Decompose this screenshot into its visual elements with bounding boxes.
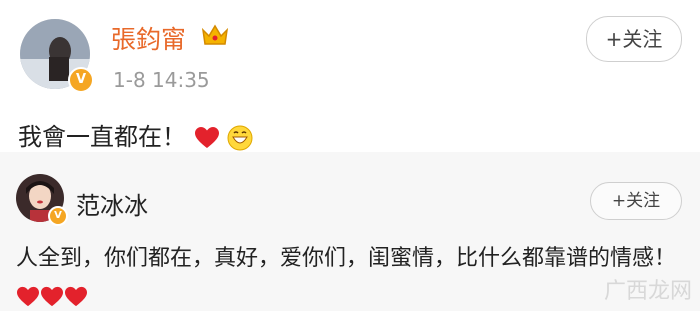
comment-avatar[interactable]: V xyxy=(16,174,68,226)
comment-follow-button[interactable]: +关注 xyxy=(590,182,682,220)
comment-content: 人全到，你们都在，真好，爱你们，闺蜜情，比什么都靠谱的情感！ xyxy=(16,240,676,316)
weibo-post: V 張鈞甯 1-8 14:35 +关注 我會一直都在！ xyxy=(0,0,700,152)
post-avatar[interactable]: V xyxy=(20,19,94,93)
post-timestamp: 1-8 14:35 xyxy=(113,68,210,92)
post-author-name[interactable]: 張鈞甯 xyxy=(111,20,186,56)
heart-icon xyxy=(41,286,63,307)
comment-text: 人全到，你们都在，真好，爱你们，闺蜜情，比什么都靠谱的情感！ xyxy=(16,246,677,271)
heart-icon xyxy=(194,127,219,148)
verified-badge-icon: V xyxy=(48,206,68,226)
crown-icon xyxy=(201,24,229,45)
post-text: 我會一直都在！ xyxy=(18,123,186,151)
heart-icon xyxy=(17,286,39,307)
heart-icon xyxy=(65,286,87,307)
follow-button[interactable]: +关注 xyxy=(586,16,682,62)
comment-item: V 范冰冰 +关注 人全到，你们都在，真好，爱你们，闺蜜情，比什么都靠谱的情感！… xyxy=(0,152,700,311)
watermark: 广西龙网 xyxy=(603,279,692,304)
verified-badge-icon: V xyxy=(68,67,94,93)
grinning-face-icon xyxy=(227,125,253,151)
comment-author-name[interactable]: 范冰冰 xyxy=(76,186,148,221)
post-content: 我會一直都在！ xyxy=(18,117,253,152)
